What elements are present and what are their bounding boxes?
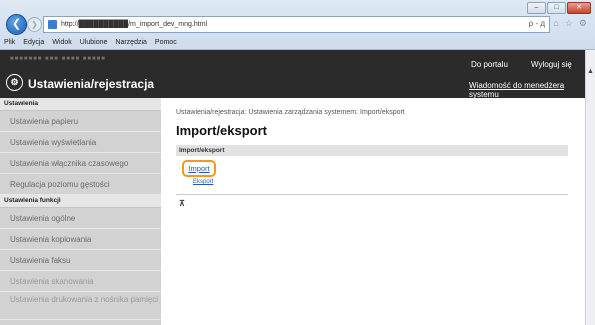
export-link[interactable]: Eksport — [193, 179, 213, 185]
menu-item-view[interactable]: Widok — [52, 37, 71, 49]
home-icon[interactable]: ⌂ — [553, 18, 558, 29]
back-to-top-icon[interactable]: ⊼ — [179, 199, 185, 208]
forward-arrow-icon[interactable]: ❯ — [27, 17, 42, 32]
sidebar-item-display[interactable]: Ustawienia wyświetlania — [0, 132, 161, 153]
menu-item-file[interactable]: Plik — [4, 37, 15, 49]
vertical-scrollbar[interactable]: ▲ — [585, 50, 595, 325]
toolbar-icons: ⌂ ☆ ⚙ — [553, 18, 587, 29]
url-text: http://██████████/m_import_dev_mng.html — [61, 21, 208, 28]
sidebar-item-timer[interactable]: Ustawienia włącznika czasowego — [0, 153, 161, 174]
menu-item-edit[interactable]: Edycja — [23, 37, 44, 49]
menu-item-tools[interactable]: Narzędzia — [115, 37, 147, 49]
sidebar-section-settings: Ustawienia — [0, 98, 161, 111]
main-content: Ustawienia/rejestracja: Ustawienia zarzą… — [161, 98, 585, 325]
divider — [176, 194, 568, 195]
device-info-blurred: ■■■■■■■ ■■■ ■■■■ ■■■■■ — [10, 56, 106, 62]
menu-item-favorites[interactable]: Ulubione — [80, 37, 108, 49]
sidebar-item-density[interactable]: Regulacja poziomu gęstości — [0, 174, 161, 195]
app-header: ■■■■■■■ ■■■ ■■■■ ■■■■■ ⚙ Ustawienia/reje… — [0, 50, 585, 99]
menu-item-help[interactable]: Pomoc — [155, 37, 177, 49]
logout-link[interactable]: Wyloguj się — [531, 60, 572, 69]
star-icon[interactable]: ☆ — [565, 18, 573, 29]
browser-chrome: – □ ✕ ❮ ❯ http://██████████/m_import_dev… — [0, 0, 595, 50]
portal-link[interactable]: Do portalu — [471, 60, 508, 69]
menu-bar: Plik Edycja Widok Ulubione Narzędzia Pom… — [0, 37, 177, 49]
back-arrow-icon[interactable]: ❮ — [6, 14, 27, 35]
app-title: Ustawienia/rejestracja — [28, 77, 155, 91]
sidebar-item-general[interactable]: Ustawienia ogólne — [0, 208, 161, 229]
breadcrumb: Ustawienia/rejestracja: Ustawienia zarzą… — [176, 109, 405, 116]
sidebar-item-scan[interactable]: Ustawienia skanowania — [0, 271, 161, 292]
search-refresh-icon[interactable]: ρ - д — [529, 19, 545, 28]
scroll-up-icon[interactable]: ▲ — [587, 68, 594, 75]
mail-to-admin-link[interactable]: Wiadomość do menedżera systemu — [469, 81, 585, 99]
page-icon — [48, 20, 57, 29]
settings-logo-icon: ⚙ — [6, 74, 23, 91]
sidebar-section-functions: Ustawienia funkcji — [0, 195, 161, 208]
import-link[interactable]: Import — [182, 160, 216, 177]
sidebar-item-media-print[interactable]: Ustawienia drukowania z nośnika pamięci — [0, 292, 161, 320]
address-bar[interactable]: http://██████████/m_import_dev_mng.html … — [43, 16, 550, 33]
sidebar-item-copy[interactable]: Ustawienia kopiowania — [0, 229, 161, 250]
sidebar-item-paper[interactable]: Ustawienia papieru — [0, 111, 161, 132]
panel-header: Import/eksport — [176, 145, 568, 156]
sidebar: Ustawienia Ustawienia papieru Ustawienia… — [0, 98, 161, 325]
sidebar-item-fax[interactable]: Ustawienia faksu — [0, 250, 161, 271]
page-title: Import/eksport — [176, 123, 268, 138]
gear-icon[interactable]: ⚙ — [579, 18, 587, 29]
navigation-row: ❮ ❯ http://██████████/m_import_dev_mng.h… — [0, 13, 595, 35]
